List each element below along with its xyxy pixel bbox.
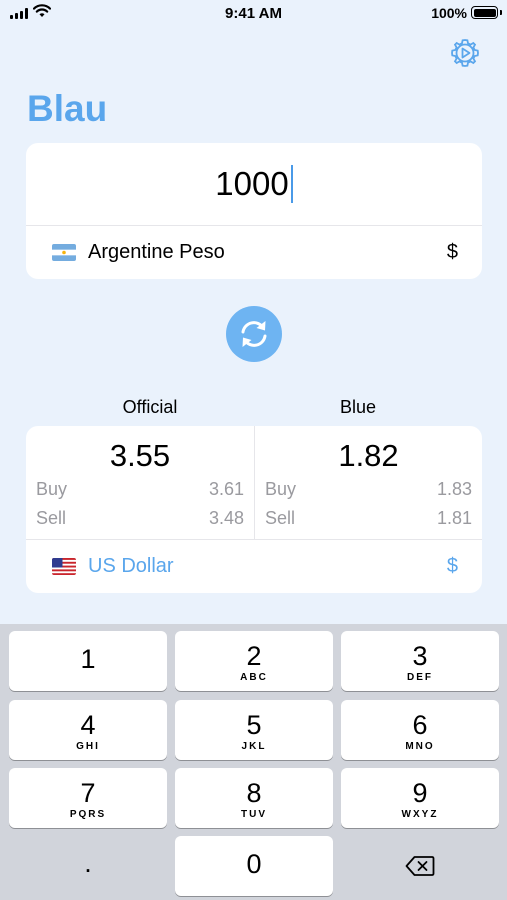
- key-8[interactable]: 8 TUV: [175, 768, 333, 828]
- official-sell-label: Sell: [36, 508, 67, 528]
- backspace-icon: [405, 856, 435, 876]
- key-9[interactable]: 9 WXYZ: [341, 768, 499, 828]
- us-flag-icon: [52, 558, 76, 575]
- official-header: Official: [122, 397, 178, 417]
- blue-header: Blue: [339, 397, 377, 417]
- blue-sell-label: Sell: [265, 508, 296, 528]
- blue-sell-value: 1.81: [436, 508, 472, 528]
- key-3[interactable]: 3 DEF: [341, 631, 499, 691]
- target-currency-symbol: $: [446, 555, 458, 577]
- key-6[interactable]: 6 MNO: [341, 700, 499, 760]
- text-caret: [290, 165, 293, 203]
- key-decimal[interactable]: .: [9, 836, 167, 896]
- app-title: Blau: [27, 88, 108, 129]
- swap-currencies-button[interactable]: [226, 306, 282, 362]
- battery-icon: [471, 6, 498, 19]
- source-currency-symbol: $: [446, 241, 458, 263]
- argentina-flag-icon: [52, 244, 76, 261]
- amount-value: 1000: [215, 165, 289, 202]
- key-2[interactable]: 2 ABC: [175, 631, 333, 691]
- key-5[interactable]: 5 JKL: [175, 700, 333, 760]
- key-0[interactable]: 0: [175, 836, 333, 896]
- key-7[interactable]: 7 PQRS: [9, 768, 167, 828]
- official-sell-value: 3.48: [208, 508, 244, 528]
- source-currency-selector[interactable]: Argentine Peso $: [26, 226, 482, 279]
- status-bar: 9:41 AM 100%: [0, 0, 507, 30]
- official-buy-label: Buy: [36, 479, 68, 499]
- official-buy-value: 3.61: [208, 479, 244, 499]
- key-4[interactable]: 4 GHI: [9, 700, 167, 760]
- swap-arrows-icon: [241, 321, 267, 347]
- blue-rate: 1.82: [338, 438, 399, 473]
- target-currency-name: US Dollar: [88, 555, 174, 577]
- battery-percentage: 100%: [431, 5, 467, 21]
- delete-key[interactable]: [341, 836, 499, 896]
- numeric-keypad: 1 2 ABC 3 DEF 4 GHI 5 JKL 6 MNO 7 PQRS 8…: [0, 624, 507, 900]
- blue-buy-label: Buy: [265, 479, 297, 499]
- blue-buy-value: 1.83: [436, 479, 472, 499]
- input-card: 1000 Argentine Peso $: [26, 143, 482, 279]
- key-1[interactable]: 1: [9, 631, 167, 691]
- official-rate: 3.55: [109, 438, 171, 473]
- amount-input[interactable]: 1000: [26, 143, 482, 225]
- settings-gear-icon[interactable]: [449, 37, 481, 69]
- blue-rate-column: 1.82 Buy 1.83 Sell 1.81: [254, 426, 482, 539]
- source-currency-name: Argentine Peso: [88, 241, 225, 263]
- official-rate-column: 3.55 Buy 3.61 Sell 3.48: [26, 426, 254, 539]
- rates-card: 3.55 Buy 3.61 Sell 3.48 1.82 Buy 1.83 Se…: [26, 426, 482, 593]
- target-currency-selector[interactable]: US Dollar $: [26, 540, 482, 593]
